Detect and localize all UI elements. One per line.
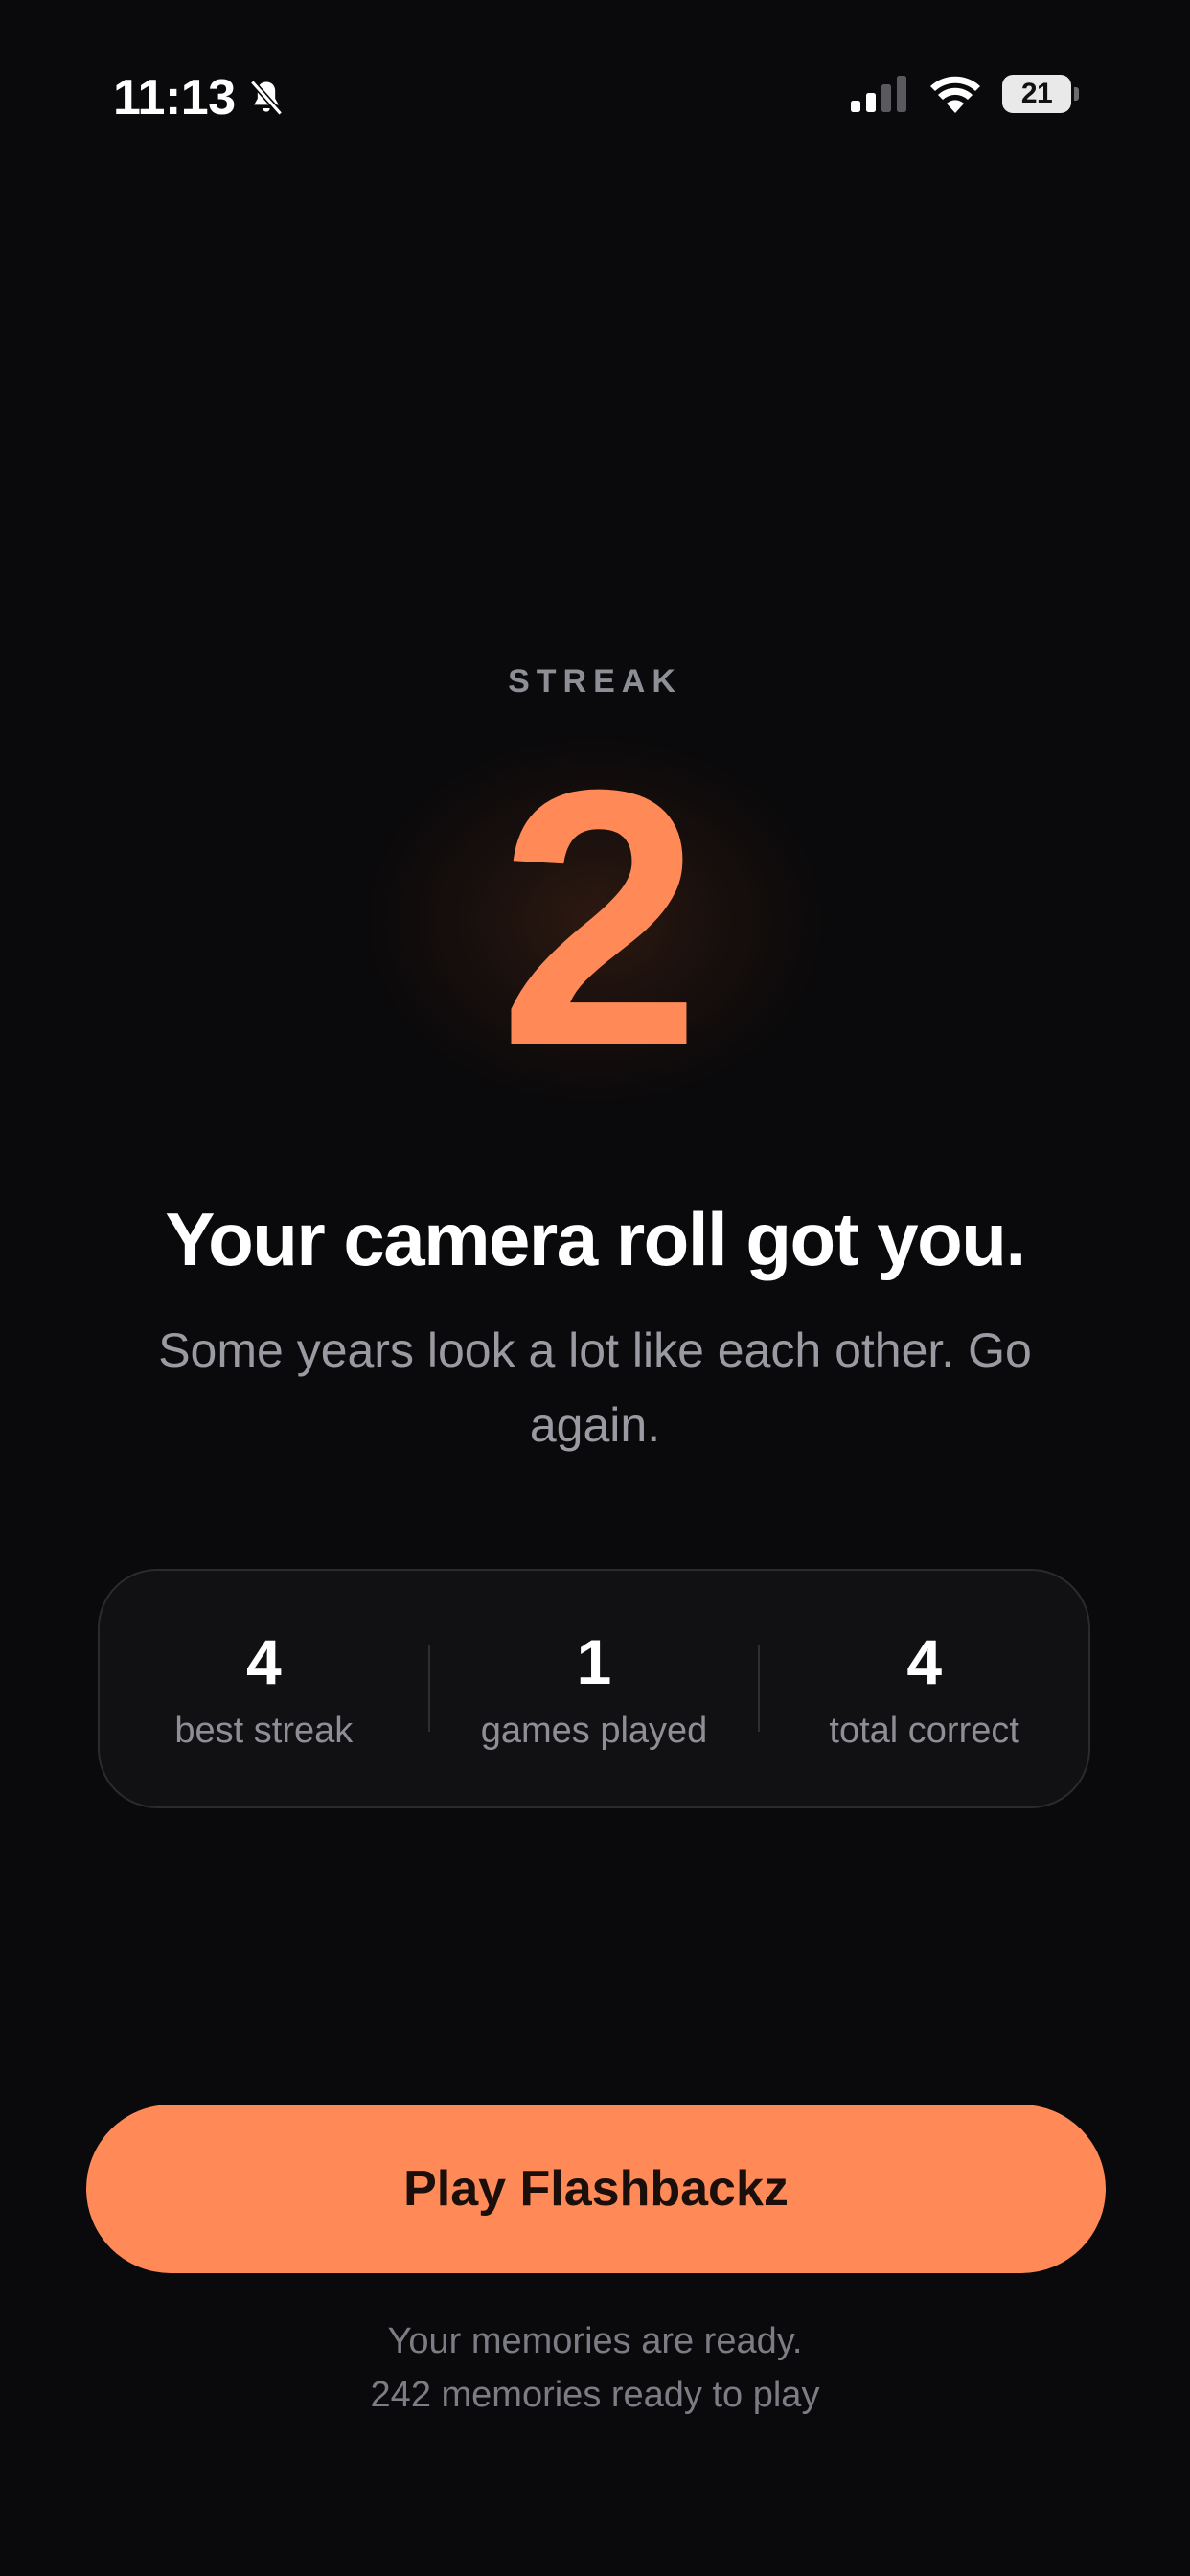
- result-headline: Your camera roll got you.: [165, 1197, 1026, 1281]
- battery-cap: [1074, 87, 1079, 101]
- stat-total-correct: 4 total correct: [760, 1571, 1088, 1806]
- wifi-icon: [930, 76, 980, 113]
- stats-card: 4 best streak 1 games played 4 total cor…: [98, 1569, 1090, 1808]
- battery-level: 21: [1002, 75, 1071, 113]
- stat-label: games played: [480, 1710, 708, 1751]
- status-bar: 11:13 21: [0, 0, 1190, 201]
- stat-value: 4: [245, 1625, 282, 1697]
- status-time: 11:13: [113, 70, 236, 126]
- signal-icon: [851, 76, 906, 112]
- memories-ready-text: Your memories are ready.: [387, 2321, 803, 2361]
- stat-label: total correct: [829, 1710, 1019, 1751]
- result-subtext: Some years look a lot like each other. G…: [158, 1323, 1032, 1452]
- status-indicators: 21: [851, 75, 1079, 113]
- bell-slash-icon: [249, 80, 283, 116]
- stat-best-streak: 4 best streak: [100, 1571, 428, 1806]
- streak-number: 2: [498, 714, 700, 1121]
- battery-icon: 21: [1002, 75, 1079, 113]
- stat-value: 1: [576, 1625, 612, 1697]
- memories-count-text: 242 memories ready to play: [370, 2375, 820, 2415]
- streak-screen: 11:13 21 STREAK 2 Your camera roll got y…: [0, 0, 1190, 2576]
- streak-label: STREAK: [508, 663, 682, 700]
- status-time-group: 11:13: [113, 69, 287, 126]
- stat-games-played: 1 games played: [430, 1571, 759, 1806]
- play-button[interactable]: Play Flashbackz: [86, 2104, 1106, 2273]
- stat-value: 4: [906, 1625, 943, 1697]
- stat-label: best streak: [174, 1710, 354, 1751]
